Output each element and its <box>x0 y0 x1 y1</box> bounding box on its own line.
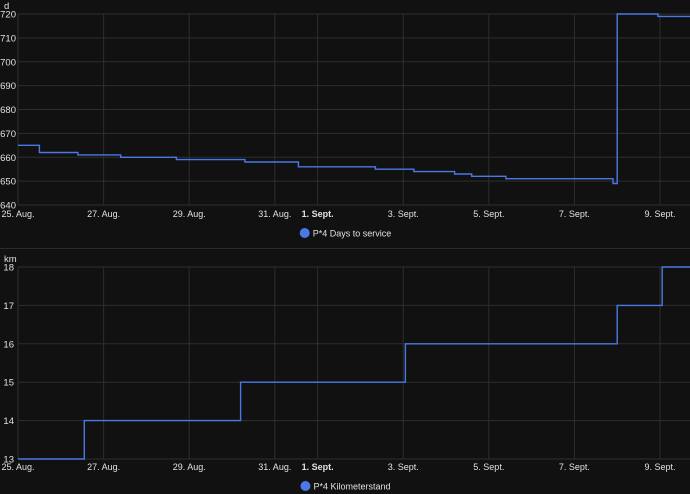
y-unit-label: d <box>4 1 9 12</box>
x-tick-label: 27. Aug. <box>87 462 120 472</box>
legend-item[interactable]: P*4 Kilometerstand <box>300 481 391 492</box>
x-tick-label: 9. Sept. <box>645 462 676 472</box>
y-tick-label: 690 <box>0 81 16 92</box>
y-tick-label: 670 <box>0 129 16 140</box>
y-tick-label: 710 <box>0 33 16 44</box>
grid <box>17 13 690 206</box>
x-tick-label: 25. Aug. <box>1 462 34 472</box>
x-tick-label: 3. Sept. <box>388 209 419 219</box>
legend-label: P*4 Kilometerstand <box>313 482 390 492</box>
y-unit-label: km <box>4 254 17 265</box>
y-tick-label: 660 <box>0 153 16 164</box>
legend-item[interactable]: P*4 Days to service <box>299 228 392 239</box>
x-tick-label: 27. Aug. <box>87 209 120 219</box>
legend-swatch <box>299 228 310 238</box>
y-tick-label: 680 <box>0 105 16 116</box>
y-tick-label: 14 <box>3 416 14 427</box>
x-tick-label: 9. Sept. <box>645 209 676 219</box>
x-tick-label: 5. Sept. <box>473 462 504 472</box>
legend-label: P*4 Days to service <box>313 229 392 239</box>
x-tick-label: 29. Aug. <box>173 209 206 219</box>
y-tick-label: 650 <box>0 177 16 188</box>
series-line <box>18 266 690 460</box>
grid <box>17 266 690 460</box>
y-tick-label: 700 <box>0 57 16 68</box>
y-tick-label: 15 <box>3 378 14 389</box>
y-tick-label: 17 <box>3 301 14 312</box>
x-tick-label: 29. Aug. <box>173 462 206 472</box>
x-tick-label: 1. Sept. <box>302 209 334 219</box>
x-tick-label: 7. Sept. <box>559 462 590 472</box>
kilometerstand-chart: 13141516171825. Aug. 27. Aug. 29. Aug. 31. … <box>1 254 690 492</box>
x-tick-label: 25. Aug. <box>1 209 34 219</box>
x-tick-label: 1. Sept. <box>302 462 334 472</box>
x-tick-label: 7. Sept. <box>559 209 590 219</box>
series-line <box>18 13 690 185</box>
dashboard: 640 650 660 670 680 690 700 710 720 25. Aug. 27. A… <box>0 0 690 494</box>
y-tick-label: 16 <box>3 339 14 350</box>
legend-swatch <box>300 481 311 491</box>
days-to-service-chart: 64065066067068069070071072025. Aug. 27. A… <box>0 1 690 239</box>
x-tick-label: 31. Aug. <box>258 209 291 219</box>
x-tick-label: 31. Aug. <box>258 462 291 472</box>
x-tick-label: 3. Sept. <box>388 462 419 472</box>
x-tick-label: 5. Sept. <box>473 209 504 219</box>
